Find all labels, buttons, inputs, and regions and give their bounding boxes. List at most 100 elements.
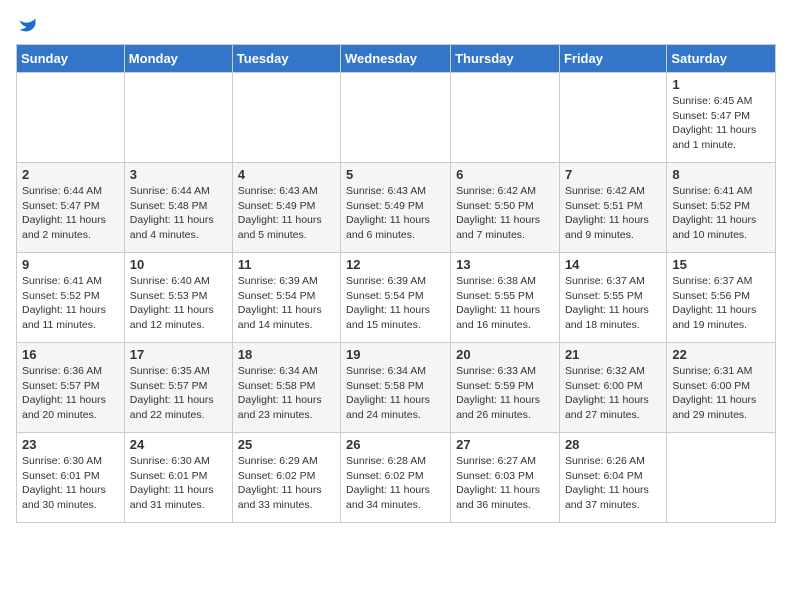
calendar-cell: 18 Sunrise: 6:34 AM Sunset: 5:58 PM Dayli… bbox=[232, 343, 340, 433]
calendar-cell: 9 Sunrise: 6:41 AM Sunset: 5:52 PM Daylig… bbox=[17, 253, 125, 343]
day-info: Sunrise: 6:41 AM Sunset: 5:52 PM Dayligh… bbox=[672, 184, 770, 243]
day-info: Sunrise: 6:27 AM Sunset: 6:03 PM Dayligh… bbox=[456, 454, 554, 513]
calendar-header-row: SundayMondayTuesdayWednesdayThursdayFrid… bbox=[17, 45, 776, 73]
day-number: 18 bbox=[238, 347, 335, 362]
day-info: Sunrise: 6:30 AM Sunset: 6:01 PM Dayligh… bbox=[130, 454, 227, 513]
day-info: Sunrise: 6:39 AM Sunset: 5:54 PM Dayligh… bbox=[238, 274, 335, 333]
day-info: Sunrise: 6:29 AM Sunset: 6:02 PM Dayligh… bbox=[238, 454, 335, 513]
day-info: Sunrise: 6:44 AM Sunset: 5:48 PM Dayligh… bbox=[130, 184, 227, 243]
calendar-cell: 11 Sunrise: 6:39 AM Sunset: 5:54 PM Dayli… bbox=[232, 253, 340, 343]
header-day-friday: Friday bbox=[559, 45, 666, 73]
calendar-cell: 24 Sunrise: 6:30 AM Sunset: 6:01 PM Dayli… bbox=[124, 433, 232, 523]
day-number: 9 bbox=[22, 257, 119, 272]
calendar-cell bbox=[124, 73, 232, 163]
day-number: 28 bbox=[565, 437, 661, 452]
day-number: 16 bbox=[22, 347, 119, 362]
header-day-thursday: Thursday bbox=[451, 45, 560, 73]
day-number: 11 bbox=[238, 257, 335, 272]
day-number: 6 bbox=[456, 167, 554, 182]
logo bbox=[16, 16, 38, 36]
day-info: Sunrise: 6:41 AM Sunset: 5:52 PM Dayligh… bbox=[22, 274, 119, 333]
calendar-cell: 4 Sunrise: 6:43 AM Sunset: 5:49 PM Daylig… bbox=[232, 163, 340, 253]
calendar-cell: 16 Sunrise: 6:36 AM Sunset: 5:57 PM Dayli… bbox=[17, 343, 125, 433]
day-number: 25 bbox=[238, 437, 335, 452]
day-number: 13 bbox=[456, 257, 554, 272]
calendar-week-row: 2 Sunrise: 6:44 AM Sunset: 5:47 PM Daylig… bbox=[17, 163, 776, 253]
calendar-cell: 10 Sunrise: 6:40 AM Sunset: 5:53 PM Dayli… bbox=[124, 253, 232, 343]
day-info: Sunrise: 6:33 AM Sunset: 5:59 PM Dayligh… bbox=[456, 364, 554, 423]
day-number: 17 bbox=[130, 347, 227, 362]
day-info: Sunrise: 6:35 AM Sunset: 5:57 PM Dayligh… bbox=[130, 364, 227, 423]
logo-bird-icon bbox=[18, 16, 38, 36]
calendar-cell bbox=[451, 73, 560, 163]
day-number: 22 bbox=[672, 347, 770, 362]
calendar-cell: 2 Sunrise: 6:44 AM Sunset: 5:47 PM Daylig… bbox=[17, 163, 125, 253]
header-day-tuesday: Tuesday bbox=[232, 45, 340, 73]
calendar-week-row: 9 Sunrise: 6:41 AM Sunset: 5:52 PM Daylig… bbox=[17, 253, 776, 343]
day-info: Sunrise: 6:37 AM Sunset: 5:55 PM Dayligh… bbox=[565, 274, 661, 333]
calendar-cell: 28 Sunrise: 6:26 AM Sunset: 6:04 PM Dayli… bbox=[559, 433, 666, 523]
header-day-sunday: Sunday bbox=[17, 45, 125, 73]
day-info: Sunrise: 6:26 AM Sunset: 6:04 PM Dayligh… bbox=[565, 454, 661, 513]
day-info: Sunrise: 6:28 AM Sunset: 6:02 PM Dayligh… bbox=[346, 454, 445, 513]
calendar-cell: 5 Sunrise: 6:43 AM Sunset: 5:49 PM Daylig… bbox=[341, 163, 451, 253]
day-number: 24 bbox=[130, 437, 227, 452]
calendar-cell: 19 Sunrise: 6:34 AM Sunset: 5:58 PM Dayli… bbox=[341, 343, 451, 433]
calendar-cell: 25 Sunrise: 6:29 AM Sunset: 6:02 PM Dayli… bbox=[232, 433, 340, 523]
calendar-cell: 12Sunrise: 6:39 AM Sunset: 5:54 PM Dayli… bbox=[341, 253, 451, 343]
day-number: 8 bbox=[672, 167, 770, 182]
header-day-wednesday: Wednesday bbox=[341, 45, 451, 73]
day-number: 26 bbox=[346, 437, 445, 452]
calendar-cell bbox=[667, 433, 776, 523]
day-number: 7 bbox=[565, 167, 661, 182]
day-number: 2 bbox=[22, 167, 119, 182]
day-info: Sunrise: 6:38 AM Sunset: 5:55 PM Dayligh… bbox=[456, 274, 554, 333]
calendar-cell: 13 Sunrise: 6:38 AM Sunset: 5:55 PM Dayli… bbox=[451, 253, 560, 343]
day-number: 15 bbox=[672, 257, 770, 272]
day-info: Sunrise: 6:30 AM Sunset: 6:01 PM Dayligh… bbox=[22, 454, 119, 513]
calendar-cell: 1 Sunrise: 6:45 AM Sunset: 5:47 PM Daylig… bbox=[667, 73, 776, 163]
calendar-cell: 14Sunrise: 6:37 AM Sunset: 5:55 PM Dayli… bbox=[559, 253, 666, 343]
calendar-cell bbox=[232, 73, 340, 163]
calendar-cell bbox=[559, 73, 666, 163]
calendar-cell: 22 Sunrise: 6:31 AM Sunset: 6:00 PM Dayli… bbox=[667, 343, 776, 433]
day-number: 21 bbox=[565, 347, 661, 362]
day-info: Sunrise: 6:32 AM Sunset: 6:00 PM Dayligh… bbox=[565, 364, 661, 423]
day-info: Sunrise: 6:44 AM Sunset: 5:47 PM Dayligh… bbox=[22, 184, 119, 243]
header-day-saturday: Saturday bbox=[667, 45, 776, 73]
day-number: 23 bbox=[22, 437, 119, 452]
calendar-cell: 21 Sunrise: 6:32 AM Sunset: 6:00 PM Dayli… bbox=[559, 343, 666, 433]
day-info: Sunrise: 6:45 AM Sunset: 5:47 PM Dayligh… bbox=[672, 94, 770, 153]
day-info: Sunrise: 6:31 AM Sunset: 6:00 PM Dayligh… bbox=[672, 364, 770, 423]
day-number: 3 bbox=[130, 167, 227, 182]
calendar-cell: 23 Sunrise: 6:30 AM Sunset: 6:01 PM Dayli… bbox=[17, 433, 125, 523]
calendar-cell bbox=[17, 73, 125, 163]
day-number: 4 bbox=[238, 167, 335, 182]
calendar-cell: 8 Sunrise: 6:41 AM Sunset: 5:52 PM Daylig… bbox=[667, 163, 776, 253]
day-info: Sunrise: 6:43 AM Sunset: 5:49 PM Dayligh… bbox=[238, 184, 335, 243]
calendar-week-row: 1 Sunrise: 6:45 AM Sunset: 5:47 PM Daylig… bbox=[17, 73, 776, 163]
calendar-week-row: 16 Sunrise: 6:36 AM Sunset: 5:57 PM Dayli… bbox=[17, 343, 776, 433]
calendar-cell: 7 Sunrise: 6:42 AM Sunset: 5:51 PM Daylig… bbox=[559, 163, 666, 253]
calendar-table: SundayMondayTuesdayWednesdayThursdayFrid… bbox=[16, 44, 776, 523]
day-number: 19 bbox=[346, 347, 445, 362]
day-info: Sunrise: 6:34 AM Sunset: 5:58 PM Dayligh… bbox=[346, 364, 445, 423]
calendar-cell: 20 Sunrise: 6:33 AM Sunset: 5:59 PM Dayli… bbox=[451, 343, 560, 433]
day-info: Sunrise: 6:36 AM Sunset: 5:57 PM Dayligh… bbox=[22, 364, 119, 423]
calendar-cell: 3 Sunrise: 6:44 AM Sunset: 5:48 PM Daylig… bbox=[124, 163, 232, 253]
calendar-week-row: 23 Sunrise: 6:30 AM Sunset: 6:01 PM Dayli… bbox=[17, 433, 776, 523]
calendar-cell: 15 Sunrise: 6:37 AM Sunset: 5:56 PM Dayli… bbox=[667, 253, 776, 343]
calendar-cell: 27 Sunrise: 6:27 AM Sunset: 6:03 PM Dayli… bbox=[451, 433, 560, 523]
day-number: 20 bbox=[456, 347, 554, 362]
day-info: Sunrise: 6:40 AM Sunset: 5:53 PM Dayligh… bbox=[130, 274, 227, 333]
day-number: 1 bbox=[672, 77, 770, 92]
day-info: Sunrise: 6:37 AM Sunset: 5:56 PM Dayligh… bbox=[672, 274, 770, 333]
calendar-cell: 26 Sunrise: 6:28 AM Sunset: 6:02 PM Dayli… bbox=[341, 433, 451, 523]
day-info: Sunrise: 6:43 AM Sunset: 5:49 PM Dayligh… bbox=[346, 184, 445, 243]
day-info: Sunrise: 6:42 AM Sunset: 5:51 PM Dayligh… bbox=[565, 184, 661, 243]
day-info: Sunrise: 6:34 AM Sunset: 5:58 PM Dayligh… bbox=[238, 364, 335, 423]
calendar-cell: 6Sunrise: 6:42 AM Sunset: 5:50 PM Daylig… bbox=[451, 163, 560, 253]
day-number: 5 bbox=[346, 167, 445, 182]
day-number: 27 bbox=[456, 437, 554, 452]
day-number: 10 bbox=[130, 257, 227, 272]
